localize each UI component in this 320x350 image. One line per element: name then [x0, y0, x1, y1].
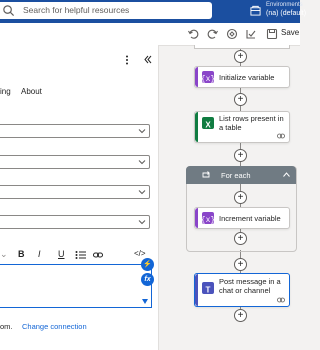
teams-icon: T [202, 282, 214, 295]
italic-button[interactable]: I [38, 249, 41, 259]
connection-text: om. [0, 322, 13, 331]
save-button[interactable]: Save [281, 28, 299, 37]
save-icon[interactable] [266, 28, 278, 40]
svg-text:{x}: {x} [202, 216, 214, 225]
step-label: For each [221, 171, 251, 180]
dynamic-content-button[interactable]: ⚡ [141, 258, 154, 271]
environment-label: Environments [266, 2, 303, 8]
step-increment-variable[interactable]: {x} Increment variable [194, 207, 290, 229]
link-icon [277, 297, 285, 303]
variable-icon: {x} [201, 212, 215, 225]
step-label: Post message in a chat or channel [219, 277, 281, 295]
step-accent [195, 112, 198, 142]
environment-name[interactable]: (na) (default) [266, 10, 306, 17]
channel-dropdown[interactable] [0, 155, 150, 169]
redo-icon[interactable] [207, 28, 219, 40]
change-connection-link[interactable]: Change connection [22, 322, 87, 331]
expression-button[interactable]: fx [141, 273, 154, 286]
step-label: Initialize variable [219, 73, 275, 82]
svg-text:T: T [206, 286, 211, 295]
step-accent [195, 274, 198, 306]
variable-icon: {x} [201, 71, 215, 84]
post-as-dropdown[interactable] [0, 185, 150, 199]
chevron-up-icon[interactable] [283, 172, 290, 177]
tab-about[interactable]: About [21, 87, 42, 96]
formatting-toolbar: ⌄ B I U </> [0, 246, 152, 265]
insert-step-button[interactable]: + [234, 93, 247, 106]
insert-step-button[interactable]: + [234, 50, 247, 63]
insert-step-button[interactable]: + [234, 309, 247, 322]
step-label: List rows present in a table [219, 114, 284, 132]
undo-icon[interactable] [187, 28, 199, 40]
more-options-icon[interactable] [125, 55, 129, 65]
tab-settings[interactable]: ing [0, 87, 11, 96]
chevron-down-icon [138, 129, 146, 134]
font-size-chevron[interactable]: ⌄ [0, 249, 8, 260]
insert-step-button[interactable]: + [234, 149, 247, 162]
bold-button[interactable]: B [18, 249, 25, 259]
search-box[interactable]: Search for helpful resources [0, 2, 212, 19]
chevron-down-icon [138, 190, 146, 195]
link-icon [277, 133, 285, 139]
search-icon [3, 5, 15, 17]
link-icon[interactable] [93, 250, 103, 260]
step-accent [195, 67, 198, 87]
bulleted-list-icon[interactable] [75, 250, 86, 260]
loop-icon [202, 171, 210, 178]
environment-icon[interactable] [250, 5, 261, 16]
post-in-dropdown[interactable] [0, 215, 150, 229]
step-accent [195, 208, 198, 228]
previous-step-card[interactable] [194, 45, 290, 49]
underline-button[interactable]: U [58, 249, 65, 259]
flow-checker-icon[interactable] [245, 28, 257, 40]
command-bar: Save [0, 23, 300, 46]
message-editor[interactable] [0, 264, 152, 308]
top-bar: Search for helpful resources Environment… [0, 0, 306, 23]
search-input[interactable]: Search for helpful resources [23, 5, 129, 15]
collapse-panel-icon[interactable] [143, 55, 152, 64]
insert-step-button[interactable]: + [234, 258, 247, 271]
step-label: Increment variable [219, 214, 281, 223]
excel-icon: X [202, 117, 214, 130]
svg-text:X: X [205, 121, 211, 130]
step-list-rows[interactable]: X List rows present in a table [194, 111, 290, 143]
team-dropdown[interactable] [0, 124, 150, 138]
code-view-icon[interactable]: </> [134, 249, 146, 258]
action-details-panel: ing About ⌄ B I U </> ⚡ fx om. Change co… [0, 45, 159, 350]
step-initialize-variable[interactable]: {x} Initialize variable [194, 66, 290, 88]
chevron-down-icon [138, 220, 146, 225]
svg-text:{x}: {x} [202, 75, 214, 84]
resize-icon[interactable] [142, 299, 148, 304]
step-post-message[interactable]: T Post message in a chat or channel [194, 273, 290, 307]
copilot-icon[interactable] [226, 28, 238, 40]
chevron-down-icon [138, 160, 146, 165]
